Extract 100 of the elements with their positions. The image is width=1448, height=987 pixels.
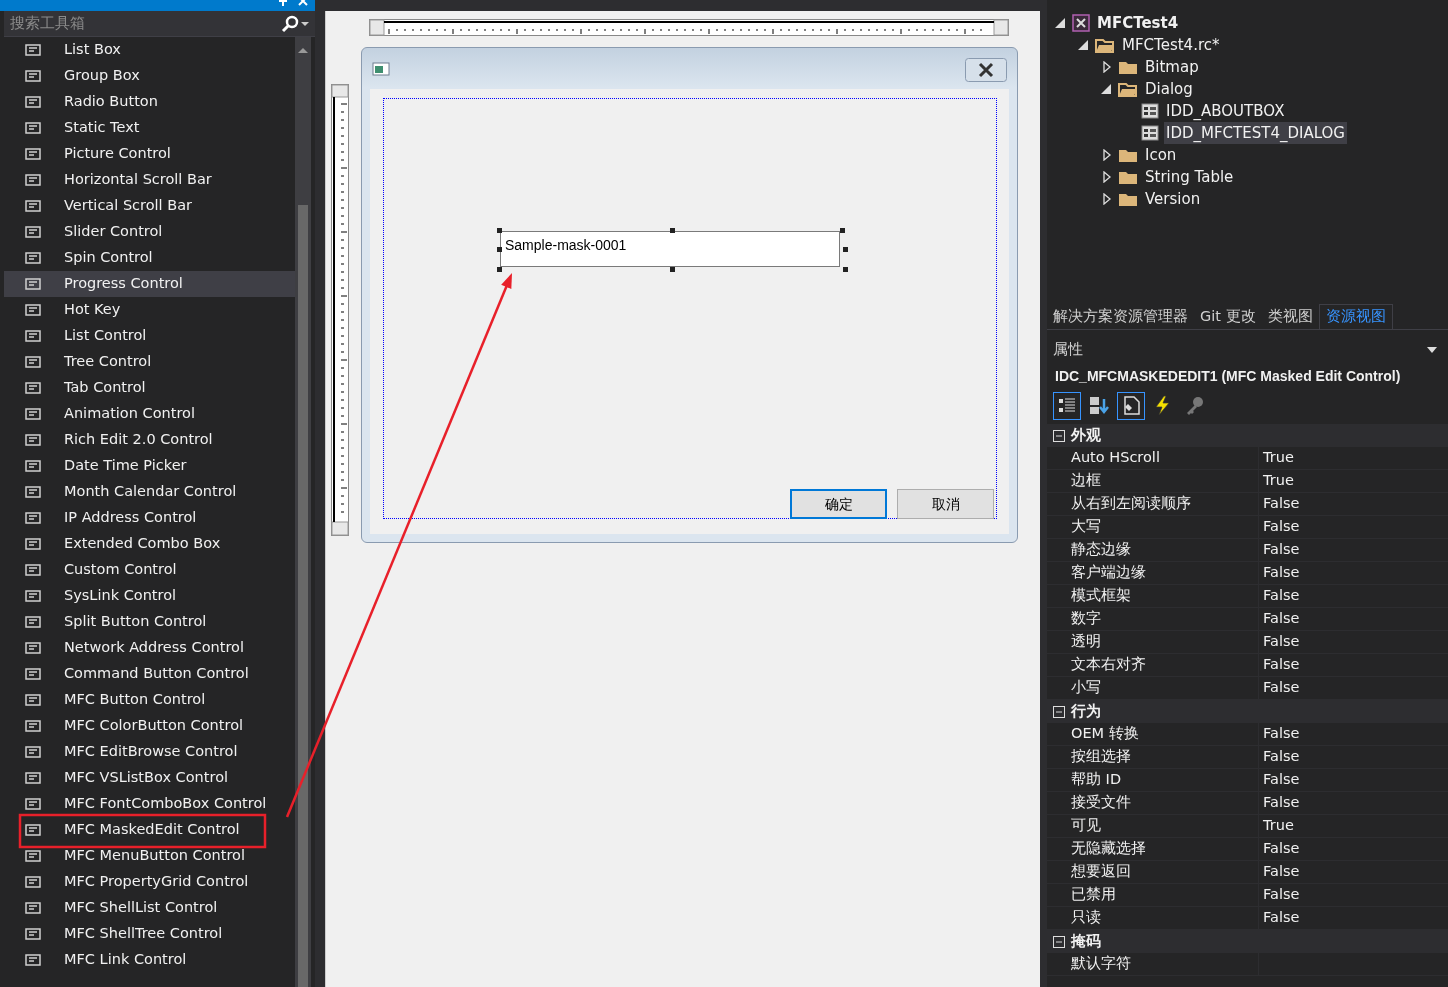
property-value[interactable]: False [1263, 861, 1300, 883]
control-icon [24, 354, 42, 370]
toolbox-item[interactable]: Rich Edit 2.0 Control [4, 427, 295, 453]
toolbox-item[interactable]: MFC ColorButton Control [4, 713, 295, 739]
toolbox-item[interactable]: Horizontal Scroll Bar [4, 167, 295, 193]
toolbox-item[interactable]: Extended Combo Box [4, 531, 295, 557]
toolbox-item[interactable]: MFC VSListBox Control [4, 765, 295, 791]
property-value[interactable]: False [1263, 723, 1300, 745]
property-value[interactable]: False [1263, 677, 1300, 699]
collapse-icon[interactable] [1053, 935, 1065, 948]
tree-item[interactable]: String Table [1143, 165, 1236, 189]
tree-item[interactable]: MFCTest4 [1095, 11, 1181, 35]
resize-handle[interactable] [497, 267, 502, 272]
collapsed-icon[interactable] [1101, 193, 1113, 205]
toolbox-item[interactable]: Tree Control [4, 349, 295, 375]
toolbox-item[interactable]: Month Calendar Control [4, 479, 295, 505]
dialog-button[interactable]: 确定 [790, 489, 887, 519]
collapsed-icon[interactable] [1101, 61, 1113, 73]
collapsed-icon[interactable] [1101, 149, 1113, 161]
toolbox-item[interactable]: Split Button Control [4, 609, 295, 635]
dropdown-icon[interactable] [1426, 345, 1438, 355]
toolbox-item[interactable]: Vertical Scroll Bar [4, 193, 295, 219]
property-value[interactable]: False [1263, 562, 1300, 584]
resize-handle[interactable] [497, 228, 502, 233]
property-value[interactable]: False [1263, 493, 1300, 515]
collapsed-icon[interactable] [1101, 171, 1113, 183]
toolbar-button[interactable] [1117, 392, 1145, 420]
toolbox-item[interactable]: MFC Button Control [4, 687, 295, 713]
close-icon[interactable] [965, 58, 1007, 82]
tree-item[interactable]: IDD_MFCTEST4_DIALOG [1164, 121, 1347, 145]
resize-handle[interactable] [843, 247, 848, 252]
toolbox-item[interactable]: MFC Link Control [4, 947, 295, 973]
property-value[interactable]: True [1263, 470, 1294, 492]
expanded-icon[interactable] [1055, 17, 1067, 29]
property-value[interactable]: False [1263, 516, 1300, 538]
toolbox-item[interactable]: Group Box [4, 63, 295, 89]
panel-tab[interactable]: 类视图 [1261, 304, 1319, 329]
collapse-icon[interactable] [1053, 705, 1065, 718]
scroll-up-icon[interactable] [297, 45, 309, 55]
toolbox-item[interactable]: Spin Control [4, 245, 295, 271]
panel-tab[interactable]: 解决方案资源管理器 [1047, 304, 1194, 329]
property-value[interactable]: False [1263, 884, 1300, 906]
resize-handle[interactable] [670, 228, 675, 233]
toolbox-item[interactable]: MFC FontComboBox Control [4, 791, 295, 817]
toolbox-item[interactable]: Static Text [4, 115, 295, 141]
text-field[interactable]: Sample-mask-0001 [500, 231, 840, 267]
dialog-button[interactable]: 取消 [897, 489, 994, 519]
toolbox-item[interactable]: SysLink Control [4, 583, 295, 609]
tree-item[interactable]: Bitmap [1143, 55, 1201, 79]
toolbox-item[interactable]: List Control [4, 323, 295, 349]
search-box[interactable]: 搜索工具箱 [4, 11, 315, 37]
tree-item[interactable]: Version [1143, 187, 1203, 211]
toolbox-item[interactable]: Network Address Control [4, 635, 295, 661]
toolbar-button[interactable] [1053, 392, 1081, 420]
toolbox-item[interactable]: MFC MenuButton Control [4, 843, 295, 869]
expanded-icon[interactable] [1078, 39, 1090, 51]
resize-handle[interactable] [840, 228, 845, 233]
toolbox-item[interactable]: List Box [4, 37, 295, 63]
tree-item[interactable]: Icon [1143, 143, 1179, 167]
search-icon[interactable] [281, 14, 299, 33]
property-value[interactable]: False [1263, 769, 1300, 791]
property-value[interactable]: True [1263, 447, 1294, 469]
toolbox-item[interactable]: Slider Control [4, 219, 295, 245]
toolbox-item[interactable]: MFC MaskedEdit Control [4, 817, 295, 843]
property-value[interactable]: False [1263, 792, 1300, 814]
toolbox-item[interactable]: Animation Control [4, 401, 295, 427]
property-value[interactable]: False [1263, 585, 1300, 607]
expanded-icon[interactable] [1101, 83, 1113, 95]
toolbox-item[interactable]: Custom Control [4, 557, 295, 583]
property-value[interactable]: False [1263, 746, 1300, 768]
toolbox-item[interactable]: MFC ShellList Control [4, 895, 295, 921]
property-value[interactable]: False [1263, 608, 1300, 630]
tree-item[interactable]: Dialog [1143, 77, 1195, 101]
property-value[interactable]: False [1263, 907, 1300, 929]
property-value[interactable]: False [1263, 539, 1300, 561]
toolbox-item[interactable]: Picture Control [4, 141, 295, 167]
toolbox-item[interactable]: MFC EditBrowse Control [4, 739, 295, 765]
search-field[interactable]: 搜索工具箱 [8, 11, 281, 36]
property-value[interactable]: False [1263, 631, 1300, 653]
panel-tab[interactable]: 资源视图 [1318, 304, 1393, 329]
resize-handle[interactable] [497, 247, 502, 252]
toolbox-item[interactable]: Radio Button [4, 89, 295, 115]
toolbox-item[interactable]: Progress Control [4, 271, 295, 297]
scrollbar[interactable] [295, 37, 311, 987]
toolbox-item[interactable]: IP Address Control [4, 505, 295, 531]
toolbox-item[interactable]: Hot Key [4, 297, 295, 323]
toolbox-item[interactable]: MFC ShellTree Control [4, 921, 295, 947]
property-value[interactable]: False [1263, 838, 1300, 860]
tree-item[interactable]: IDD_ABOUTBOX [1164, 99, 1287, 123]
resize-handle[interactable] [843, 267, 848, 272]
tree-item[interactable]: MFCTest4.rc* [1120, 33, 1222, 57]
toolbox-item[interactable]: Command Button Control [4, 661, 295, 687]
property-value[interactable]: False [1263, 654, 1300, 676]
toolbox-item[interactable]: Tab Control [4, 375, 295, 401]
property-value[interactable]: True [1263, 815, 1294, 837]
resize-handle[interactable] [670, 267, 675, 272]
collapse-icon[interactable] [1053, 429, 1065, 442]
toolbox-item[interactable]: Date Time Picker [4, 453, 295, 479]
toolbox-item[interactable]: MFC PropertyGrid Control [4, 869, 295, 895]
panel-tab[interactable]: Git 更改 [1194, 304, 1262, 329]
